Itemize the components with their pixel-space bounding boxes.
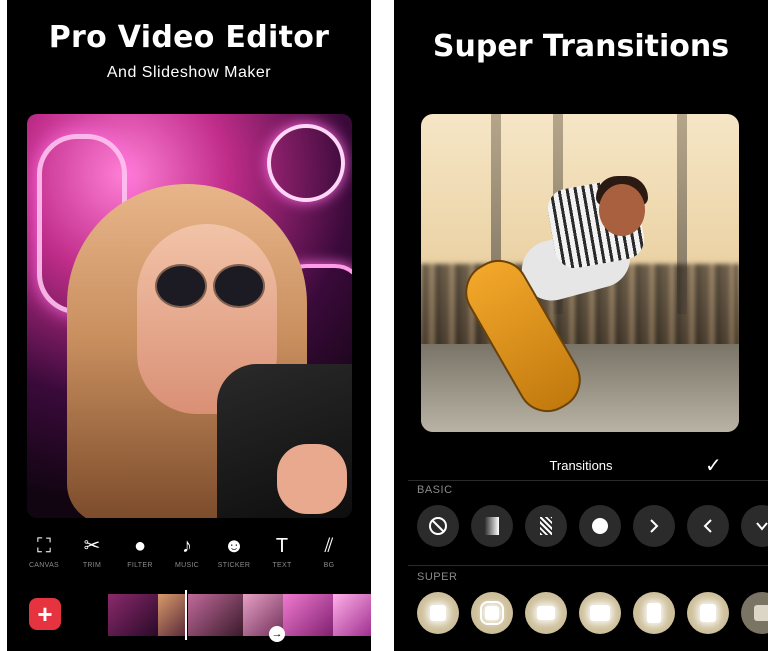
- dissolve-icon: [540, 517, 552, 535]
- divider: [408, 565, 768, 566]
- section-label-basic: BASIC: [417, 484, 453, 496]
- divider: [408, 480, 768, 481]
- tool-label: CANVAS: [28, 562, 60, 569]
- circle-icon: [592, 518, 608, 534]
- tool-label: BG: [323, 562, 335, 569]
- tool-label: FILTER: [127, 562, 153, 569]
- timeline-thumbnail: [108, 594, 158, 636]
- super-transition-3[interactable]: [525, 592, 567, 634]
- timeline-strip[interactable]: [108, 594, 371, 636]
- chevron-right-icon: [650, 519, 659, 533]
- check-icon[interactable]: ✓: [705, 453, 722, 478]
- chevron-down-icon: [756, 522, 768, 531]
- super-transition-7[interactable]: [741, 592, 768, 634]
- super-transition-5[interactable]: [633, 592, 675, 634]
- glow-square-icon: [754, 605, 768, 621]
- smiley-icon: ☻: [223, 535, 245, 557]
- background-stripes-icon: ⫽: [324, 535, 334, 557]
- sunglasses-lens: [213, 264, 265, 308]
- glow-square-icon: [647, 603, 661, 623]
- super-transition-2[interactable]: [471, 592, 513, 634]
- editor-screen: Pro Video Editor And Slideshow Maker ⛶ C…: [7, 0, 371, 651]
- tool-sticker[interactable]: ☻ STICKER: [212, 532, 256, 569]
- timeline-thumbnail: [158, 594, 186, 636]
- filter-icon: ●: [133, 535, 147, 557]
- glow-square-icon: [537, 606, 555, 620]
- video-preview[interactable]: [27, 114, 352, 518]
- arrow-right-icon[interactable]: →: [269, 626, 285, 642]
- skater-head: [599, 184, 645, 236]
- tool-label: MUSIC: [174, 562, 200, 569]
- super-transition-6[interactable]: [687, 592, 729, 634]
- transition-dissolve[interactable]: [525, 505, 567, 547]
- timeline-playhead[interactable]: [185, 590, 187, 640]
- transitions-screen: Super Transitions Transitions ✓ BASIC SU: [394, 0, 768, 651]
- glow-square-icon: [430, 605, 446, 621]
- timeline-thumbnail: [333, 594, 371, 636]
- fade-gradient-icon: [485, 517, 499, 535]
- chevron-left-icon: [703, 519, 712, 533]
- none-icon: [429, 517, 447, 535]
- transition-fade[interactable]: [471, 505, 513, 547]
- sunglasses-lens: [155, 264, 207, 308]
- glow-square-icon: [700, 604, 716, 622]
- glow-square-icon: [590, 605, 610, 621]
- text-icon: T: [275, 535, 289, 557]
- headline-subtitle: And Slideshow Maker: [106, 64, 272, 81]
- tool-bg[interactable]: ⫽ BG: [307, 532, 351, 569]
- canvas-icon: ⛶: [37, 535, 51, 557]
- transition-slide-right[interactable]: [633, 505, 675, 547]
- tool-canvas[interactable]: ⛶ CANVAS: [22, 532, 66, 569]
- tool-filter[interactable]: ● FILTER: [118, 532, 162, 569]
- transition-slide-down[interactable]: [741, 505, 768, 547]
- tool-trim[interactable]: ✂ TRIM: [70, 532, 114, 569]
- neon-light: [267, 124, 345, 202]
- video-preview[interactable]: [421, 114, 739, 432]
- add-clip-button[interactable]: +: [29, 598, 61, 630]
- transition-circle[interactable]: [579, 505, 621, 547]
- tool-text[interactable]: T TEXT: [260, 532, 304, 569]
- glow-square-icon: [480, 601, 504, 625]
- headline-title: Super Transitions: [432, 29, 730, 64]
- tool-label: STICKER: [217, 562, 251, 569]
- person-hand: [277, 444, 347, 514]
- tool-music[interactable]: ♪ MUSIC: [165, 532, 209, 569]
- music-note-icon: ♪: [182, 535, 192, 557]
- section-label-super: SUPER: [417, 571, 458, 583]
- tool-label: TEXT: [272, 562, 292, 569]
- tool-label: TRIM: [82, 562, 102, 569]
- timeline-thumbnail: [188, 594, 243, 636]
- transition-slide-left[interactable]: [687, 505, 729, 547]
- scissors-icon: ✂: [83, 535, 101, 557]
- transition-none[interactable]: [417, 505, 459, 547]
- super-transition-1[interactable]: [417, 592, 459, 634]
- timeline-thumbnail: [283, 594, 333, 636]
- super-transition-4[interactable]: [579, 592, 621, 634]
- headline-title: Pro Video Editor: [48, 20, 330, 55]
